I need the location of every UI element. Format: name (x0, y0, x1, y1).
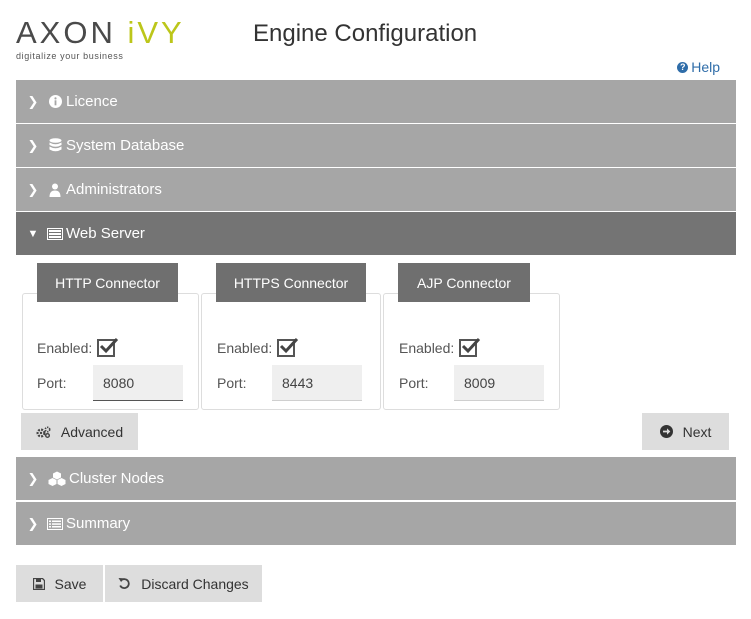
section-administrators[interactable]: ❯ Administrators (16, 168, 736, 211)
checkmark-icon (461, 337, 481, 354)
https-port-label: Port: (217, 375, 247, 391)
question-circle-icon: ? (677, 61, 689, 73)
server-icon (47, 227, 63, 240)
gears-icon (36, 425, 51, 438)
discard-changes-button[interactable]: Discard Changes (105, 565, 262, 602)
tab-ajp-connector[interactable]: AJP Connector (398, 263, 530, 302)
section-label: System Database (66, 137, 185, 154)
tab-label: HTTPS Connector (233, 274, 349, 291)
chevron-right-icon: ❯ (27, 181, 39, 197)
info-icon (47, 95, 63, 108)
section-label: Web Server (66, 225, 145, 242)
checkmark-icon (99, 337, 119, 354)
next-label: Next (682, 423, 712, 440)
https-enabled-label: Enabled: (217, 340, 273, 356)
cubes-icon (47, 471, 66, 486)
ajp-port-label: Port: (399, 375, 429, 391)
database-icon (47, 138, 63, 153)
https-port-input[interactable] (272, 365, 362, 401)
help-link[interactable]: ? Help (677, 59, 720, 75)
page-title: Engine Configuration (253, 20, 478, 47)
section-label: Administrators (66, 181, 162, 198)
undo-icon (118, 577, 131, 590)
tab-https-connector[interactable]: HTTPS Connector (216, 263, 366, 302)
discard-label: Discard Changes (141, 575, 249, 592)
section-label: Cluster Nodes (69, 470, 165, 487)
ajp-enabled-label: Enabled: (399, 340, 455, 356)
logo: AXON iVY digitalize your business (16, 15, 185, 61)
tab-http-connector[interactable]: HTTP Connector (37, 263, 178, 302)
section-licence[interactable]: ❯ Licence (16, 80, 736, 123)
section-cluster-nodes[interactable]: ❯ Cluster Nodes (16, 457, 736, 500)
next-button[interactable]: Next (642, 413, 729, 450)
advanced-label: Advanced (60, 423, 124, 440)
https-enabled-checkbox[interactable] (277, 337, 299, 357)
tab-label: AJP Connector (417, 274, 511, 291)
user-icon (47, 183, 63, 197)
chevron-down-icon: ▼ (27, 227, 39, 240)
section-label: Licence (66, 93, 118, 110)
help-label: Help (691, 59, 720, 75)
http-port-input[interactable] (93, 365, 183, 401)
chevron-right-icon: ❯ (27, 93, 39, 109)
ajp-port-input[interactable] (454, 365, 544, 401)
ajp-enabled-checkbox[interactable] (459, 337, 481, 357)
http-port-label: Port: (37, 375, 67, 391)
chevron-right-icon: ❯ (27, 470, 39, 486)
chevron-right-icon: ❯ (27, 515, 39, 531)
http-enabled-checkbox[interactable] (97, 337, 119, 357)
logo-tagline: digitalize your business (16, 51, 124, 61)
advanced-button[interactable]: Advanced (21, 413, 138, 450)
list-icon (47, 517, 63, 530)
arrow-circle-right-icon (659, 425, 673, 438)
save-button[interactable]: Save (16, 565, 103, 602)
save-label: Save (54, 575, 87, 592)
section-summary[interactable]: ❯ Summary (16, 502, 736, 545)
save-icon (32, 577, 45, 590)
logo-wordmark: AXON iVY (16, 15, 185, 50)
divider (16, 500, 736, 501)
section-label: Summary (66, 515, 131, 532)
checkmark-icon (279, 337, 299, 354)
tab-label: HTTP Connector (55, 274, 160, 291)
section-web-server[interactable]: ▼ Web Server (16, 212, 736, 255)
section-system-database[interactable]: ❯ System Database (16, 124, 736, 167)
http-enabled-label: Enabled: (37, 340, 93, 356)
chevron-right-icon: ❯ (27, 137, 39, 153)
